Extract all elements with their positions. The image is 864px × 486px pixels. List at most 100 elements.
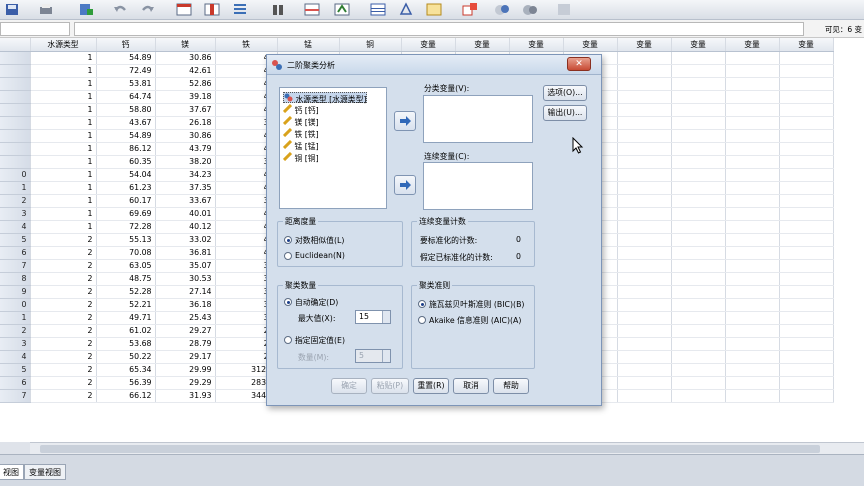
data-cell[interactable]: 33.67	[155, 194, 216, 208]
data-cell[interactable]: 86.12	[96, 142, 156, 156]
data-cell[interactable]	[617, 298, 672, 312]
data-cell[interactable]	[617, 350, 672, 364]
data-cell[interactable]	[671, 129, 726, 143]
variable-list-item[interactable]: 镁 [镁]	[282, 115, 319, 127]
data-cell[interactable]: 2	[30, 272, 97, 286]
data-cell[interactable]: 60.35	[96, 155, 156, 169]
data-cell[interactable]: 26.18	[155, 116, 216, 130]
data-cell[interactable]	[617, 142, 672, 156]
cell-reference-field[interactable]	[0, 22, 70, 36]
data-cell[interactable]: 28.79	[155, 337, 216, 351]
data-cell[interactable]: 39.18	[155, 90, 216, 104]
split-file-icon[interactable]	[370, 2, 386, 17]
data-cell[interactable]: 48.75	[96, 272, 156, 286]
data-cell[interactable]	[779, 220, 834, 234]
undo-icon[interactable]	[112, 2, 128, 17]
data-cell[interactable]	[779, 207, 834, 221]
data-cell[interactable]: 58.80	[96, 103, 156, 117]
fixed-clusters-stepper[interactable]: 5	[355, 349, 391, 363]
variable-list-item[interactable]: 水源类型 [水源类型]	[283, 92, 368, 104]
data-cell[interactable]: 43.67	[96, 116, 156, 130]
data-cell[interactable]	[725, 363, 780, 377]
row-number[interactable]	[0, 77, 31, 91]
data-cell[interactable]: 64.74	[96, 90, 156, 104]
data-cell[interactable]: 25.43	[155, 311, 216, 325]
data-cell[interactable]	[617, 285, 672, 299]
data-cell[interactable]	[725, 207, 780, 221]
data-cell[interactable]	[671, 168, 726, 182]
data-cell[interactable]	[671, 389, 726, 403]
move-to-categorical-button[interactable]	[394, 111, 416, 131]
row-number[interactable]: 6	[0, 376, 31, 390]
column-header[interactable]: 变量	[509, 38, 564, 52]
data-cell[interactable]: 1	[30, 116, 97, 130]
data-cell[interactable]	[779, 233, 834, 247]
data-cell[interactable]	[671, 246, 726, 260]
data-cell[interactable]: 2	[30, 246, 97, 260]
data-cell[interactable]	[779, 168, 834, 182]
data-cell[interactable]	[671, 64, 726, 78]
variable-list-item[interactable]: 铜 [铜]	[282, 151, 319, 163]
data-cell[interactable]	[617, 129, 672, 143]
tab-data-view[interactable]: 视图	[0, 464, 24, 480]
data-cell[interactable]	[779, 181, 834, 195]
data-cell[interactable]	[671, 194, 726, 208]
data-cell[interactable]: 61.23	[96, 181, 156, 195]
data-cell[interactable]	[671, 77, 726, 91]
goto-variable-icon[interactable]	[204, 2, 220, 17]
cancel-button[interactable]: 取消	[453, 378, 489, 394]
data-cell[interactable]	[725, 181, 780, 195]
column-header[interactable]: 变量	[725, 38, 780, 52]
data-cell[interactable]: 2	[30, 285, 97, 299]
data-cell[interactable]	[725, 324, 780, 338]
spell-check-icon[interactable]	[556, 2, 572, 17]
data-cell[interactable]	[671, 363, 726, 377]
data-cell[interactable]: 2	[30, 233, 97, 247]
data-cell[interactable]	[779, 285, 834, 299]
data-cell[interactable]	[779, 259, 834, 273]
data-cell[interactable]	[671, 90, 726, 104]
print-icon[interactable]	[38, 2, 54, 17]
column-header[interactable]: 变量	[779, 38, 834, 52]
data-cell[interactable]	[617, 90, 672, 104]
data-cell[interactable]	[617, 51, 672, 65]
data-cell[interactable]: 29.27	[155, 324, 216, 338]
data-cell[interactable]	[617, 376, 672, 390]
data-cell[interactable]	[779, 363, 834, 377]
data-cell[interactable]: 2	[30, 298, 97, 312]
data-cell[interactable]	[671, 207, 726, 221]
data-cell[interactable]: 1	[30, 181, 97, 195]
data-cell[interactable]	[725, 376, 780, 390]
row-number[interactable]: 9	[0, 285, 31, 299]
row-number[interactable]: 4	[0, 350, 31, 364]
data-cell[interactable]: 1	[30, 90, 97, 104]
data-cell[interactable]: 69.69	[96, 207, 156, 221]
data-cell[interactable]: 27.14	[155, 285, 216, 299]
data-cell[interactable]	[779, 77, 834, 91]
data-cell[interactable]: 65.34	[96, 363, 156, 377]
data-cell[interactable]	[617, 272, 672, 286]
row-number[interactable]	[0, 51, 31, 65]
data-cell[interactable]	[725, 350, 780, 364]
data-cell[interactable]	[725, 220, 780, 234]
data-cell[interactable]	[671, 181, 726, 195]
row-number[interactable]: 1	[0, 181, 31, 195]
data-cell[interactable]: 50.22	[96, 350, 156, 364]
data-cell[interactable]: 60.17	[96, 194, 156, 208]
data-cell[interactable]	[725, 194, 780, 208]
data-cell[interactable]	[779, 350, 834, 364]
stepper-arrows-icon[interactable]	[382, 350, 390, 362]
stepper-arrows-icon[interactable]	[382, 311, 390, 323]
data-cell[interactable]: 1	[30, 142, 97, 156]
data-cell[interactable]: 54.89	[96, 51, 156, 65]
data-cell[interactable]	[725, 142, 780, 156]
data-cell[interactable]: 2	[30, 389, 97, 403]
data-cell[interactable]: 31.93	[155, 389, 216, 403]
row-number[interactable]: 2	[0, 324, 31, 338]
help-button[interactable]: 帮助	[493, 378, 529, 394]
variable-list-item[interactable]: 铁 [铁]	[282, 127, 319, 139]
log-likelihood-radio[interactable]	[284, 236, 292, 244]
data-cell[interactable]	[671, 272, 726, 286]
options-button[interactable]: 选项(O)...	[543, 85, 587, 101]
data-cell[interactable]: 40.12	[155, 220, 216, 234]
